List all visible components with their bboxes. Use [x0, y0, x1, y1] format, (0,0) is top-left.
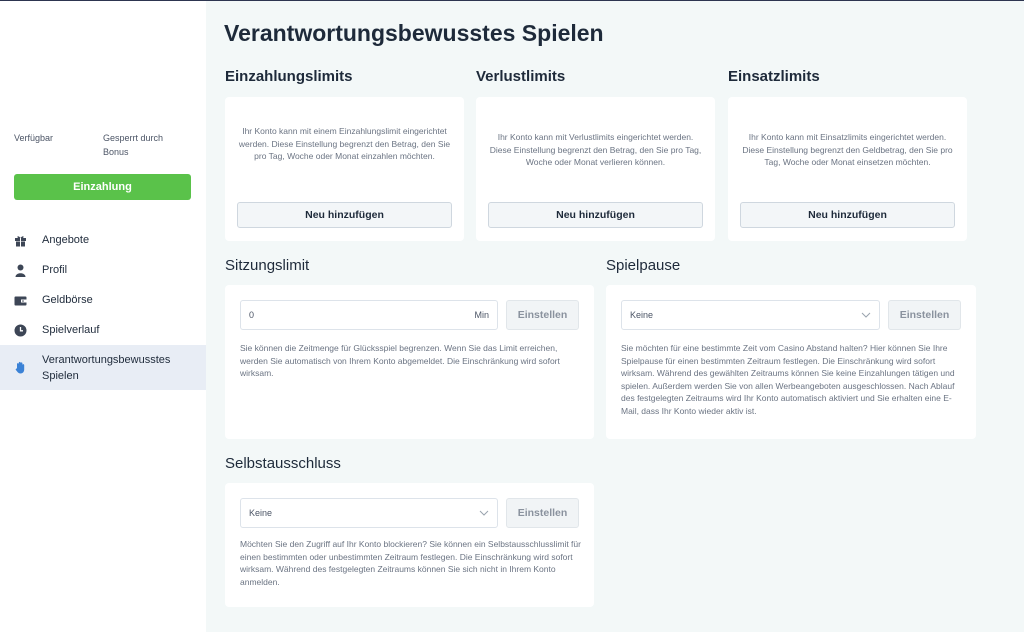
sidebar-item-profile[interactable]: Profil — [0, 255, 206, 285]
chevron-down-icon — [861, 310, 871, 320]
sidebar-item-label: Angebote — [42, 234, 90, 246]
sidebar-item-game-history[interactable]: Spielverlauf — [0, 315, 206, 345]
self-exclusion-card: Keine Einstellen Möchten Sie den Zugriff… — [225, 483, 594, 607]
sidebar-item-label-line1: Verantwortungsbewusstes — [42, 353, 171, 366]
self-exclusion-title: Selbstausschluss — [225, 455, 341, 472]
wallet-icon — [14, 294, 27, 307]
sidebar-item-responsible-gaming[interactable]: Verantwortungsbewusstes Spielen — [0, 345, 206, 390]
session-limit-card: 0 Min Einstellen Sie können die Zeitmeng… — [225, 285, 594, 439]
session-limit-input[interactable]: 0 Min — [240, 300, 498, 330]
sidebar-item-wallet[interactable]: Geldbörse — [0, 285, 206, 315]
user-icon — [14, 264, 27, 277]
sidebar: Verfügbar Gesperrt durch Bonus Einzahlun… — [0, 1, 206, 632]
wager-limits-card: Ihr Konto kann mit Einsatzlimits eingeri… — [728, 97, 967, 241]
blocked-label: Gesperrt durch Bonus — [103, 131, 163, 159]
hand-icon — [14, 361, 27, 374]
sidebar-item-label: Verantwortungsbewusstes Spielen — [42, 352, 170, 384]
set-game-break-button[interactable]: Einstellen — [888, 300, 961, 330]
loss-limits-card: Ihr Konto kann mit Verlustlimits eingeri… — [476, 97, 715, 241]
deposit-button[interactable]: Einzahlung — [14, 174, 191, 200]
self-exclusion-value: Keine — [249, 508, 273, 518]
add-deposit-limit-button[interactable]: Neu hinzufügen — [237, 202, 452, 228]
loss-limits-title: Verlustlimits — [476, 68, 566, 85]
self-exclusion-text: Möchten Sie den Zugriff auf Ihr Konto bl… — [240, 539, 581, 587]
gift-icon — [14, 234, 27, 247]
session-limit-text: Sie können die Zeitmenge für Glücksspiel… — [240, 343, 560, 378]
game-break-card: Keine Einstellen Sie möchten für eine be… — [606, 285, 976, 439]
session-limit-title: Sitzungslimit — [225, 257, 310, 274]
sidebar-item-label: Geldbörse — [42, 294, 93, 306]
loss-limits-text: Ihr Konto kann mit Verlustlimits eingeri… — [489, 132, 702, 167]
page-title: Verantwortungsbewusstes Spielen — [224, 20, 604, 46]
blocked-label-line1: Gesperrt durch — [103, 133, 164, 143]
set-session-limit-button[interactable]: Einstellen — [506, 300, 579, 330]
sidebar-item-offers[interactable]: Angebote — [0, 225, 206, 255]
game-break-select[interactable]: Keine — [621, 300, 880, 330]
chevron-down-icon — [479, 508, 489, 518]
wager-limits-title: Einsatzlimits — [728, 68, 820, 85]
deposit-limits-title: Einzahlungslimits — [225, 68, 353, 85]
game-break-value: Keine — [630, 310, 654, 320]
sidebar-item-label: Profil — [42, 264, 68, 276]
self-exclusion-select[interactable]: Keine — [240, 498, 498, 528]
session-limit-unit: Min — [474, 310, 489, 320]
deposit-limits-card: Ihr Konto kann mit einem Einzahlungslimi… — [225, 97, 464, 241]
set-self-exclusion-button[interactable]: Einstellen — [506, 498, 579, 528]
clock-icon — [14, 324, 27, 337]
available-label: Verfügbar — [14, 133, 54, 143]
sidebar-nav: Angebote Profil Geldbörse Spielverlauf V… — [0, 225, 206, 390]
deposit-limits-text: Ihr Konto kann mit einem Einzahlungslimi… — [238, 126, 451, 161]
add-wager-limit-button[interactable]: Neu hinzufügen — [740, 202, 955, 228]
blocked-label-line2: Bonus — [103, 147, 129, 157]
sidebar-item-label: Spielverlauf — [42, 324, 100, 336]
session-limit-value: 0 — [249, 310, 255, 320]
game-break-text: Sie möchten für eine bestimmte Zeit vom … — [621, 343, 955, 416]
add-loss-limit-button[interactable]: Neu hinzufügen — [488, 202, 703, 228]
wager-limits-text: Ihr Konto kann mit Einsatzlimits eingeri… — [742, 132, 953, 167]
sidebar-item-label-line2: Spielen — [42, 369, 79, 382]
game-break-title: Spielpause — [606, 257, 681, 274]
